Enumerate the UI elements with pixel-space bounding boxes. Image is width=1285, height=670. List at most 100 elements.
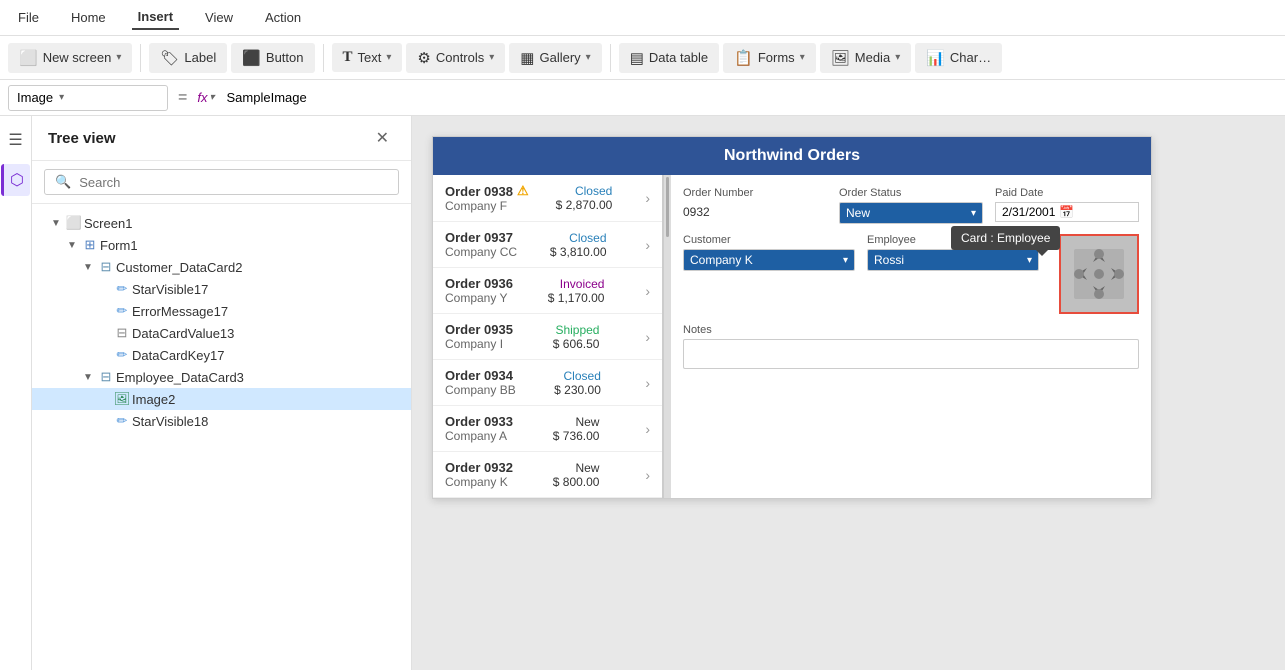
customer-field: Customer Company K ▾ bbox=[683, 234, 855, 271]
button-button[interactable]: ⬛ Button bbox=[231, 43, 314, 73]
warn-icon-0938: ⚠ bbox=[517, 183, 529, 199]
text-button[interactable]: T Text ▾ bbox=[332, 43, 403, 72]
canvas-area[interactable]: Northwind Orders Order 0938 ⚠ bbox=[412, 116, 1285, 670]
menu-home[interactable]: Home bbox=[65, 6, 112, 29]
data-table-icon: ▤ bbox=[630, 49, 644, 67]
text-icon: T bbox=[343, 49, 353, 66]
tree-item-employee-datacard3[interactable]: ▼ ⊟ Employee_DataCard3 bbox=[32, 366, 411, 388]
order-status-select[interactable]: New ▾ bbox=[839, 202, 983, 224]
tree-toggle-screen1[interactable]: ▼ bbox=[48, 218, 64, 229]
order-list-wrapper: Order 0938 ⚠ Company F Closed $ 2,870.00… bbox=[433, 175, 671, 498]
tree-label-starvisible17: StarVisible17 bbox=[132, 282, 208, 297]
tree-item-datacardkey17[interactable]: ✏ DataCardKey17 bbox=[32, 344, 411, 366]
tree-label-customer-datacard2: Customer_DataCard2 bbox=[116, 260, 242, 275]
tree-item-starvisible17[interactable]: ✏ StarVisible17 bbox=[32, 278, 411, 300]
order-chevron-0934: › bbox=[645, 375, 650, 391]
scrollbar-thumb[interactable] bbox=[666, 177, 669, 237]
search-box: 🔍 bbox=[44, 169, 399, 195]
media-button[interactable]: 🖼 Media ▾ bbox=[820, 43, 912, 73]
detail-row-1: Order Number 0932 Order Status New ▾ Pai… bbox=[683, 187, 1139, 224]
fx-label: fx bbox=[197, 90, 207, 105]
order-item-0933[interactable]: Order 0933 Company A New $ 736.00 › bbox=[433, 406, 662, 452]
order-item-0936[interactable]: Order 0936 Company Y Invoiced $ 1,170.00… bbox=[433, 268, 662, 314]
forms-chevron: ▾ bbox=[800, 52, 805, 63]
order-item-0934[interactable]: Order 0934 Company BB Closed $ 230.00 › bbox=[433, 360, 662, 406]
layers-button[interactable]: ⬡ bbox=[1, 164, 30, 196]
media-btn-label: Media bbox=[855, 50, 890, 65]
tree-toggle-employee-card[interactable]: ▼ bbox=[80, 372, 96, 383]
sidebar-toggle-panel: ☰ ⬡ bbox=[0, 116, 32, 670]
order-list: Order 0938 ⚠ Company F Closed $ 2,870.00… bbox=[433, 175, 663, 498]
formula-selector[interactable]: Image ▾ bbox=[8, 85, 168, 111]
order-item-0935[interactable]: Order 0935 Company I Shipped $ 606.50 › bbox=[433, 314, 662, 360]
menu-insert[interactable]: Insert bbox=[132, 5, 179, 30]
tree-label-starvisible18: StarVisible18 bbox=[132, 414, 208, 429]
customer-value: Company K bbox=[690, 253, 753, 267]
toolbar-sep-1 bbox=[140, 44, 141, 72]
order-amount-0938: $ 2,870.00 bbox=[556, 198, 613, 212]
chart-button[interactable]: 📊 Char… bbox=[915, 43, 1002, 73]
hamburger-button[interactable]: ☰ bbox=[2, 124, 28, 156]
customer-chevron: ▾ bbox=[843, 255, 848, 266]
tree-title: Tree view bbox=[48, 130, 116, 147]
formula-bar: Image ▾ = fx ▾ bbox=[0, 80, 1285, 116]
button-btn-label: Button bbox=[266, 50, 304, 65]
tree-label-datacardkey17: DataCardKey17 bbox=[132, 348, 225, 363]
controls-chevron: ▾ bbox=[489, 52, 494, 63]
order-amount-0934: $ 230.00 bbox=[554, 383, 601, 397]
order-list-scrollbar[interactable] bbox=[663, 175, 671, 498]
tree-item-datacardvalue13[interactable]: ⊟ DataCardValue13 bbox=[32, 322, 411, 344]
order-right-0933: New $ 736.00 bbox=[553, 415, 600, 443]
forms-button[interactable]: 📋 Forms ▾ bbox=[723, 43, 816, 73]
tree-toggle-customer-card[interactable]: ▼ bbox=[80, 262, 96, 273]
order-status-0932: New bbox=[575, 461, 599, 475]
tree-item-form1[interactable]: ▼ ⊞ Form1 bbox=[32, 234, 411, 256]
order-right-0934: Closed $ 230.00 bbox=[554, 369, 601, 397]
order-item-0932[interactable]: Order 0932 Company K New $ 800.00 › bbox=[433, 452, 662, 498]
tree-label-errormessage17: ErrorMessage17 bbox=[132, 304, 228, 319]
menu-file[interactable]: File bbox=[12, 6, 45, 29]
tree-item-image2[interactable]: 🖼 Image2 bbox=[32, 388, 411, 410]
tree-item-customer-datacard2[interactable]: ▼ ⊟ Customer_DataCard2 bbox=[32, 256, 411, 278]
order-status-chevron: ▾ bbox=[971, 208, 976, 219]
paid-date-field: Paid Date 2/31/2001 📅 bbox=[995, 187, 1139, 224]
order-status-0935: Shipped bbox=[555, 323, 599, 337]
controls-button[interactable]: ⚙ Controls ▾ bbox=[406, 43, 505, 73]
customer-select[interactable]: Company K ▾ bbox=[683, 249, 855, 271]
tree-toggle-form1[interactable]: ▼ bbox=[64, 240, 80, 251]
image-control[interactable] bbox=[1059, 234, 1139, 314]
order-right-0935: Shipped $ 606.50 bbox=[553, 323, 600, 351]
notes-input[interactable] bbox=[683, 339, 1139, 369]
tree-item-screen1[interactable]: ▼ ⬜ Screen1 bbox=[32, 212, 411, 234]
tree-close-button[interactable]: ✕ bbox=[370, 126, 395, 150]
pencil-icon-datacardkey17: ✏ bbox=[112, 347, 132, 363]
tree-item-starvisible18[interactable]: ✏ StarVisible18 bbox=[32, 410, 411, 432]
button-icon: ⬛ bbox=[242, 49, 261, 67]
order-detail: Order Number 0932 Order Status New ▾ Pai… bbox=[671, 175, 1151, 498]
search-icon: 🔍 bbox=[55, 174, 71, 190]
paid-date-value: 2/31/2001 bbox=[1002, 205, 1055, 219]
tree-content: ▼ ⬜ Screen1 ▼ ⊞ Form1 ▼ ⊟ Customer_DataC… bbox=[32, 204, 411, 670]
order-right-0936: Invoiced $ 1,170.00 bbox=[548, 277, 605, 305]
paid-date-input[interactable]: 2/31/2001 📅 bbox=[995, 202, 1139, 222]
data-table-button[interactable]: ▤ Data table bbox=[619, 43, 719, 73]
label-button[interactable]: 🏷 Label bbox=[149, 43, 227, 73]
tree-item-errormessage17[interactable]: ✏ ErrorMessage17 bbox=[32, 300, 411, 322]
text-chevron: ▾ bbox=[386, 52, 391, 63]
calendar-icon[interactable]: 📅 bbox=[1059, 205, 1074, 219]
formula-input[interactable] bbox=[221, 88, 1278, 107]
new-screen-button[interactable]: ⬜ New screen ▾ bbox=[8, 43, 132, 73]
order-status-label: Order Status bbox=[839, 187, 983, 199]
employee-select[interactable]: Rossi ▾ bbox=[867, 249, 1039, 271]
toolbar-sep-3 bbox=[610, 44, 611, 72]
order-amount-0933: $ 736.00 bbox=[553, 429, 600, 443]
search-input[interactable] bbox=[79, 175, 388, 190]
menu-view[interactable]: View bbox=[199, 6, 239, 29]
menu-action[interactable]: Action bbox=[259, 6, 307, 29]
order-item-0937[interactable]: Order 0937 Company CC Closed $ 3,810.00 … bbox=[433, 222, 662, 268]
input-icon-datacardvalue13: ⊟ bbox=[112, 325, 132, 341]
order-item-0938[interactable]: Order 0938 ⚠ Company F Closed $ 2,870.00… bbox=[433, 175, 662, 222]
gallery-button[interactable]: ▦ Gallery ▾ bbox=[509, 43, 601, 73]
order-chevron-0938: › bbox=[645, 190, 650, 206]
new-screen-label: New screen bbox=[43, 50, 112, 65]
